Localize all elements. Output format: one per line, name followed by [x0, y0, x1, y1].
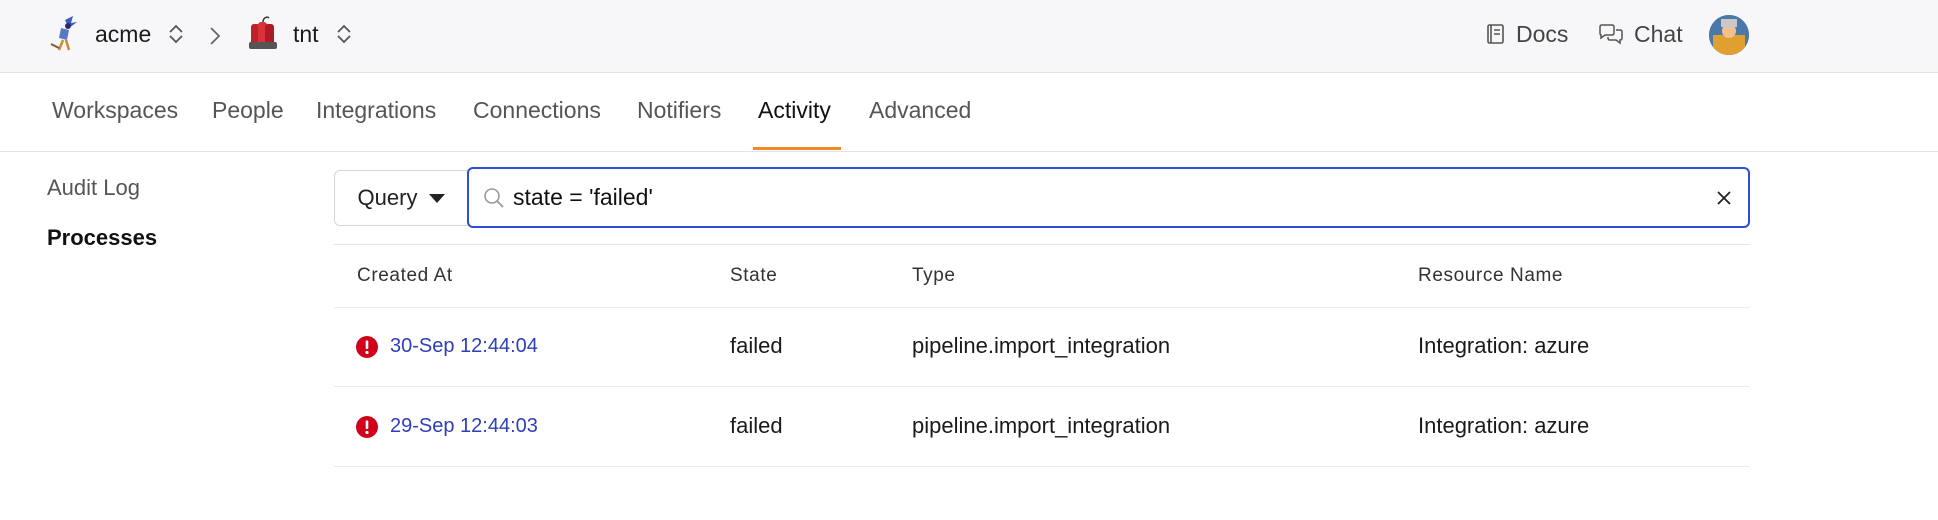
table-row[interactable]: 29-Sep 12:44:03 failed pipeline.import_i… — [334, 387, 1750, 467]
project-name: tnt — [293, 20, 319, 47]
type-cell: pipeline.import_integration — [912, 413, 1171, 438]
column-header-resource-name[interactable]: Resource Name — [1418, 265, 1563, 287]
tab-people[interactable]: People — [212, 97, 284, 124]
docs-label: Docs — [1516, 20, 1569, 47]
created-at-link[interactable]: 30-Sep 12:44:04 — [390, 335, 538, 358]
docs-link[interactable]: Docs — [1486, 14, 1568, 54]
updown-icon — [169, 24, 183, 44]
search-box — [467, 167, 1750, 228]
chat-bubbles-icon — [1599, 24, 1623, 45]
resource-name-cell: Integration: azure — [1418, 413, 1590, 438]
sidebar-item-processes[interactable]: Processes — [47, 225, 157, 251]
search-icon — [484, 188, 504, 208]
dynamite-logo-icon — [249, 16, 277, 49]
tab-advanced[interactable]: Advanced — [869, 97, 971, 124]
main-tabs: Workspaces People Integrations Connectio… — [0, 73, 1938, 152]
column-header-created-at[interactable]: Created At — [357, 265, 453, 287]
column-header-state[interactable]: State — [730, 265, 777, 287]
user-avatar[interactable] — [1709, 15, 1749, 55]
tab-connections[interactable]: Connections — [473, 97, 601, 124]
table-row[interactable]: 30-Sep 12:44:04 failed pipeline.import_i… — [334, 307, 1750, 387]
roadrunner-logo-icon — [50, 16, 77, 51]
updown-icon — [336, 24, 351, 44]
created-at-link[interactable]: 29-Sep 12:44:03 — [390, 415, 538, 438]
table-header: Created At State Type Resource Name — [334, 244, 1750, 308]
resource-name-cell: Integration: azure — [1418, 333, 1590, 358]
tab-integrations[interactable]: Integrations — [316, 97, 436, 124]
project-switcher[interactable]: tnt — [243, 14, 353, 54]
state-cell: failed — [730, 333, 783, 358]
state-cell: failed — [730, 413, 783, 438]
query-mode-label: Query — [357, 185, 418, 210]
chat-label: Chat — [1634, 20, 1683, 47]
avatar-image-icon — [1709, 15, 1749, 55]
search-input[interactable] — [513, 169, 1683, 226]
top-bar: acme tnt Docs Chat — [0, 0, 1938, 73]
tab-activity[interactable]: Activity — [758, 97, 831, 124]
active-tab-indicator — [753, 147, 841, 150]
chevron-right-icon — [210, 27, 221, 45]
type-cell: pipeline.import_integration — [912, 333, 1171, 358]
org-name: acme — [95, 20, 152, 47]
query-mode-dropdown[interactable]: Query — [334, 170, 468, 226]
tab-workspaces[interactable]: Workspaces — [52, 97, 178, 124]
close-icon[interactable] — [1715, 189, 1733, 207]
column-header-type[interactable]: Type — [912, 265, 956, 287]
tab-notifiers[interactable]: Notifiers — [637, 97, 721, 124]
caret-down-icon — [429, 193, 446, 203]
book-icon — [1487, 24, 1504, 44]
chat-link[interactable]: Chat — [1598, 14, 1683, 54]
error-icon — [356, 416, 378, 438]
error-icon — [356, 336, 378, 358]
org-switcher[interactable]: acme — [47, 14, 185, 54]
sidebar-item-audit-log[interactable]: Audit Log — [47, 175, 140, 201]
